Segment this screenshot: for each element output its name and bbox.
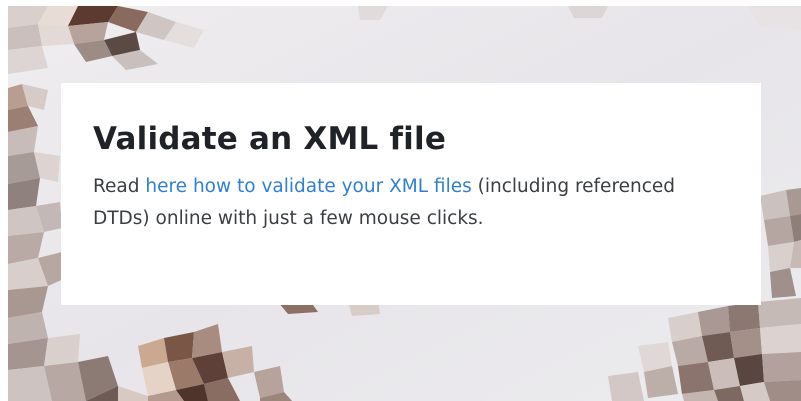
validate-xml-link[interactable]: here how to validate your XML files: [145, 176, 471, 197]
text-before-link: Read: [93, 176, 146, 197]
card-description: Read here how to validate your XML files…: [93, 171, 703, 235]
info-card: Validate an XML file Read here how to va…: [61, 83, 761, 305]
card-title: Validate an XML file: [93, 121, 447, 157]
hero-banner: Validate an XML file Read here how to va…: [8, 6, 801, 401]
